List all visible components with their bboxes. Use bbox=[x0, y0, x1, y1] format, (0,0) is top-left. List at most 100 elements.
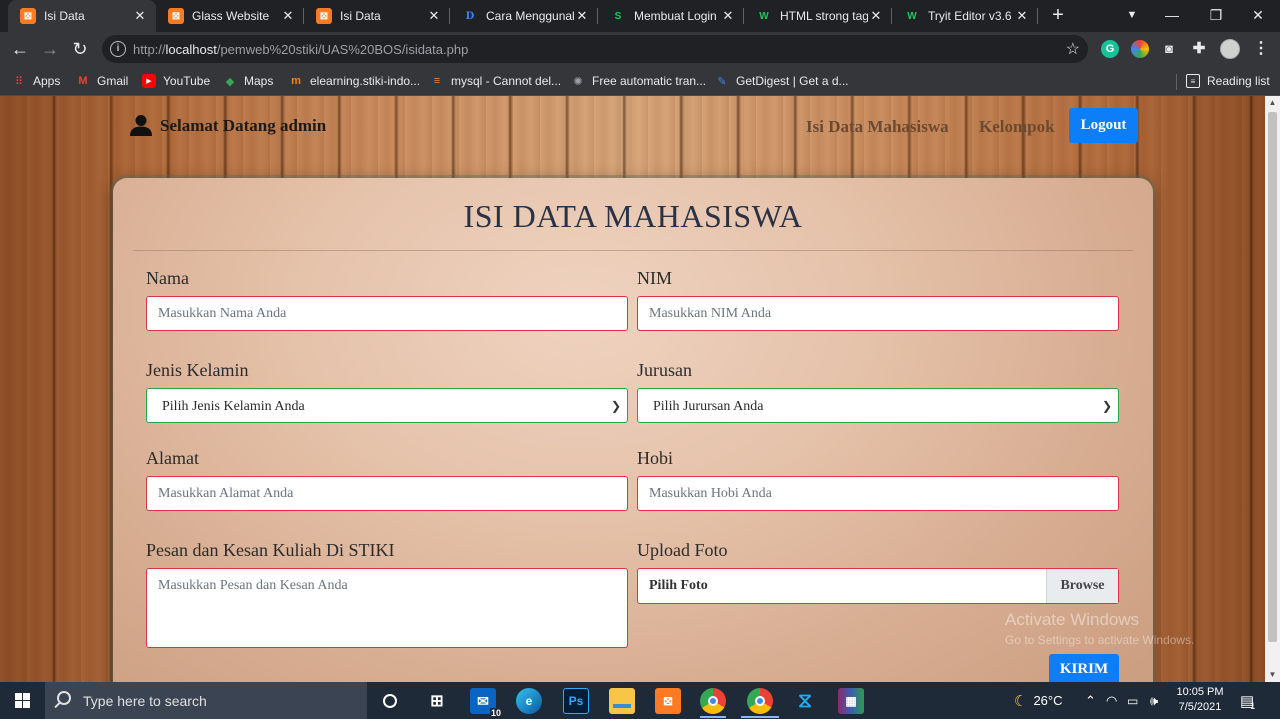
tab-membuat-login[interactable]: S Membuat Login F ✕ bbox=[598, 0, 744, 32]
tab-html-strong-tag[interactable]: W HTML strong tag ✕ bbox=[744, 0, 892, 32]
jurusan-select[interactable]: Pilih Jurursan Anda ❯ bbox=[637, 388, 1119, 423]
jenis-kelamin-select[interactable]: Pilih Jenis Kelamin Anda ❯ bbox=[146, 388, 628, 423]
user-icon bbox=[130, 115, 152, 136]
reading-list-button[interactable]: ≡ Reading list bbox=[1186, 72, 1270, 90]
microsoft-store-icon[interactable]: ⊞ bbox=[424, 688, 450, 714]
windows-start-icon[interactable] bbox=[0, 682, 45, 719]
jurusan-value: Pilih Jurursan Anda bbox=[653, 399, 764, 414]
title-divider bbox=[133, 250, 1133, 251]
system-clock[interactable]: 10:05 PM 7/5/2021 bbox=[1170, 685, 1230, 715]
close-icon[interactable]: ✕ bbox=[720, 8, 736, 24]
stackoverflow-icon: ≡ bbox=[433, 75, 441, 87]
wifi-icon[interactable]: ◠ bbox=[1106, 682, 1117, 719]
tab-title: HTML strong tag bbox=[780, 9, 868, 23]
new-tab-button[interactable]: + bbox=[1046, 4, 1070, 28]
forward-button[interactable]: → bbox=[37, 36, 63, 62]
tab-title: Tryit Editor v3.6 bbox=[928, 9, 1012, 23]
color-wheel-icon[interactable] bbox=[1131, 40, 1149, 58]
photoshop-icon[interactable]: Ps bbox=[563, 688, 589, 714]
tab-isi-data-active[interactable]: ⊠ Isi Data ✕ bbox=[8, 0, 156, 32]
close-icon[interactable]: ✕ bbox=[574, 8, 590, 24]
profile-avatar[interactable] bbox=[1220, 39, 1240, 59]
bookmark-getdigest[interactable]: ✎ GetDigest | Get a d... bbox=[715, 72, 848, 90]
bookmark-gmail[interactable]: M Gmail bbox=[76, 72, 128, 90]
taskbar-search-box[interactable]: Type here to search bbox=[45, 682, 367, 719]
close-window-button[interactable]: ✕ bbox=[1236, 0, 1280, 32]
bookmark-apps[interactable]: ⠿ Apps bbox=[12, 72, 60, 90]
bookmark-label: Apps bbox=[33, 74, 61, 88]
file-explorer-icon[interactable] bbox=[609, 688, 635, 714]
page-viewport: Selamat Datang admin Isi Data Mahasiswa … bbox=[0, 96, 1265, 682]
browser-toolbar: ← → ↻ i http://localhost/pemweb%20stiki/… bbox=[0, 32, 1280, 66]
extensions-puzzle-icon[interactable]: ✚ bbox=[1190, 40, 1208, 58]
winrar-icon[interactable]: ▦ bbox=[838, 688, 864, 714]
browse-button[interactable]: Browse bbox=[1046, 569, 1118, 603]
bookmark-label: Free automatic tran... bbox=[592, 74, 707, 88]
search-placeholder: Type here to search bbox=[83, 693, 207, 709]
tab-isi-data[interactable]: ⊠ Isi Data ✕ bbox=[304, 0, 450, 32]
weather-widget[interactable]: ☾ 26°C bbox=[1014, 682, 1063, 719]
chevron-down-icon: ❯ bbox=[610, 399, 621, 413]
alamat-input[interactable] bbox=[146, 476, 628, 511]
apps-grid-icon: ⠿ bbox=[14, 75, 24, 88]
s-icon: S bbox=[614, 10, 622, 22]
close-icon[interactable]: ✕ bbox=[868, 8, 884, 24]
maximize-button[interactable]: ❐ bbox=[1194, 0, 1238, 32]
bookmark-translate[interactable]: ✺ Free automatic tran... bbox=[571, 72, 706, 90]
scroll-down-arrow[interactable]: ▼ bbox=[1265, 668, 1280, 682]
maps-icon: ◆ bbox=[225, 75, 235, 88]
back-button[interactable]: ← bbox=[7, 36, 33, 62]
tray-chevron-icon[interactable]: ⌃ bbox=[1085, 682, 1096, 719]
reload-button[interactable]: ↻ bbox=[67, 36, 93, 62]
upload-placeholder: Pilih Foto bbox=[649, 578, 708, 593]
scroll-up-arrow[interactable]: ▲ bbox=[1265, 96, 1280, 110]
xampp-taskbar-icon[interactable]: ⊠ bbox=[655, 688, 681, 714]
close-icon[interactable]: ✕ bbox=[426, 8, 442, 24]
tab-title: Cara Menggunak bbox=[486, 9, 574, 23]
bookmark-star-icon[interactable]: ☆ bbox=[1066, 39, 1080, 59]
camera-icon[interactable]: ◙ bbox=[1160, 40, 1178, 58]
vscode-icon[interactable]: ⧖ bbox=[792, 688, 818, 714]
bookmarks-bar: ⠿ Apps M Gmail ▶ YouTube ◆ Maps m elearning.s… bbox=[0, 66, 1280, 96]
kirim-button[interactable]: KIRIM bbox=[1049, 654, 1119, 682]
chrome-profile-icon[interactable] bbox=[747, 688, 773, 714]
xampp-icon: ⊠ bbox=[168, 8, 184, 24]
grammarly-icon[interactable]: G bbox=[1101, 40, 1119, 58]
nav-isi-data-mahasiswa[interactable]: Isi Data Mahasiswa bbox=[806, 117, 949, 137]
notification-center-icon[interactable]: ▤ 1 bbox=[1240, 682, 1255, 719]
nim-input[interactable] bbox=[637, 296, 1119, 331]
tab-search-button[interactable]: ▼ bbox=[1110, 0, 1154, 32]
bookmark-elearning[interactable]: m elearning.stiki-indo... bbox=[289, 72, 420, 90]
notification-count: 1 bbox=[1250, 700, 1256, 711]
edge-icon[interactable]: e bbox=[516, 688, 542, 714]
volume-icon[interactable]: 🕪 bbox=[1150, 682, 1158, 719]
chrome-icon[interactable] bbox=[700, 688, 726, 714]
bookmark-mysql[interactable]: ≡ mysql - Cannot del... bbox=[430, 72, 561, 90]
scroll-thumb[interactable] bbox=[1268, 112, 1277, 642]
tab-glass-website[interactable]: ⊠ Glass Website ✕ bbox=[156, 0, 304, 32]
pesan-kesan-textarea[interactable] bbox=[146, 568, 628, 648]
tab-cara-menggunakan[interactable]: D Cara Menggunak ✕ bbox=[450, 0, 598, 32]
close-icon[interactable]: ✕ bbox=[280, 8, 296, 24]
battery-icon[interactable]: ▭ bbox=[1127, 682, 1138, 719]
hobi-input[interactable] bbox=[637, 476, 1119, 511]
tab-tryit-editor[interactable]: W Tryit Editor v3.6 ✕ bbox=[892, 0, 1038, 32]
nama-input[interactable] bbox=[146, 296, 628, 331]
close-icon[interactable]: ✕ bbox=[132, 8, 148, 24]
task-view-icon[interactable] bbox=[377, 688, 403, 714]
upload-foto-input[interactable]: Pilih Foto Browse bbox=[637, 568, 1119, 604]
nav-kelompok[interactable]: Kelompok bbox=[979, 117, 1055, 137]
minimize-button[interactable]: — bbox=[1150, 0, 1194, 32]
url-text[interactable]: http://localhost/pemweb%20stiki/UAS%20BO… bbox=[133, 42, 468, 57]
bookmark-youtube[interactable]: ▶ YouTube bbox=[142, 72, 210, 90]
bookmark-maps[interactable]: ◆ Maps bbox=[223, 72, 274, 90]
info-icon[interactable]: i bbox=[110, 41, 126, 57]
d-icon: D bbox=[465, 10, 475, 22]
gear-icon: ✺ bbox=[573, 75, 583, 88]
page-scrollbar[interactable]: ▲ ▼ bbox=[1265, 96, 1280, 682]
address-bar[interactable]: i http://localhost/pemweb%20stiki/UAS%20… bbox=[102, 35, 1088, 63]
mail-icon[interactable]: ✉ 10 bbox=[470, 688, 502, 718]
close-icon[interactable]: ✕ bbox=[1014, 8, 1030, 24]
logout-button[interactable]: Logout bbox=[1069, 108, 1138, 143]
menu-kebab-icon[interactable]: ⋮ bbox=[1252, 40, 1270, 58]
